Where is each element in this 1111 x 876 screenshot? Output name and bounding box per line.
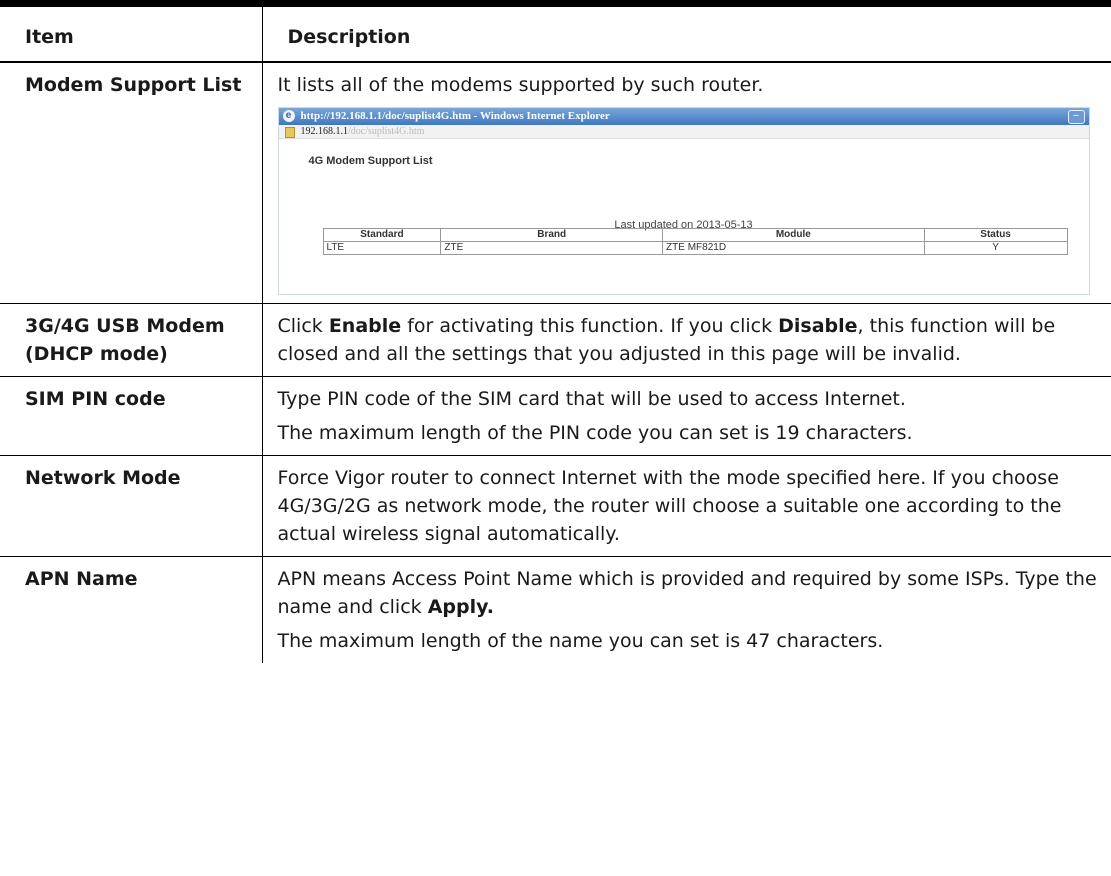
desc-text: The maximum length of the PIN code you c… [277, 422, 913, 444]
row-desc-usb-modem: Click Enable for activating this functio… [262, 303, 1111, 377]
ie-icon: e [282, 110, 295, 122]
cell-brand: ZTE [440, 241, 664, 255]
desc-fragment: APN means Access Point Name which is pro… [277, 568, 1097, 618]
desc-fragment: for activating this function. If you cli… [401, 315, 779, 337]
cell-standard: LTE [322, 241, 442, 255]
minimize-icon: – [1067, 110, 1085, 124]
desc-text: Click Enable for activating this functio… [278, 312, 1108, 368]
desc-text: APN means Access Point Name which is pro… [278, 565, 1108, 621]
table-row: Modem Support List It lists all of the m… [0, 62, 1111, 304]
table-row: APN Name APN means Access Point Name whi… [0, 556, 1111, 664]
col-standard: Standard [322, 228, 442, 242]
address-path: /doc/suplist4G.htm [348, 126, 425, 137]
browser-titlebar: e http://192.168.1.1/doc/suplist4G.htm -… [278, 108, 1089, 125]
desc-fragment: Click [277, 315, 329, 337]
header-item: Item [0, 3, 263, 63]
address-bar: 192.168.1.1/doc/suplist4G.htm [278, 125, 1089, 139]
col-status: Status [923, 228, 1068, 242]
table-row: Network Mode Force Vigor router to conne… [0, 455, 1111, 557]
table-row: 3G/4G USB Modem (DHCP mode) Click Enable… [0, 303, 1111, 377]
desc-text: Force Vigor router to connect Internet w… [277, 467, 1062, 545]
mini-header-row: Standard Brand Module Status [322, 228, 1068, 242]
cell-module: ZTE MF821D [662, 241, 925, 255]
browser-content: 4G Modem Support List Last updated on 20… [279, 139, 1089, 239]
table-header-row: Item Description [0, 3, 1111, 63]
header-description: Description [262, 3, 1111, 63]
row-desc-network-mode: Force Vigor router to connect Internet w… [262, 455, 1111, 557]
browser-window-title: http://192.168.1.1/doc/suplist4G.htm - W… [300, 110, 610, 122]
col-module: Module [662, 228, 925, 242]
desc-bold-enable: Enable [328, 315, 402, 337]
desc-bold-disable: Disable [778, 315, 858, 337]
row-item-sim-pin: SIM PIN code [0, 376, 263, 456]
cell-status: Y [923, 241, 1068, 255]
row-item-network-mode: Network Mode [0, 455, 263, 557]
modem-support-table: Standard Brand Module Status LTE ZTE ZTE… [322, 228, 1068, 255]
desc-text: Type PIN code of the SIM card that will … [277, 388, 906, 410]
row-item-usb-modem: 3G/4G USB Modem (DHCP mode) [0, 303, 263, 377]
desc-text: The maximum length of the name you can s… [277, 630, 884, 652]
row-item-apn-name: APN Name [0, 556, 263, 663]
page-title: 4G Modem Support List [308, 155, 433, 167]
description-table: Item Description Modem Support List It l… [0, 0, 1111, 663]
col-brand: Brand [440, 228, 664, 242]
desc-bold-apply: Apply. [427, 596, 494, 618]
embedded-browser-screenshot: e http://192.168.1.1/doc/suplist4G.htm -… [277, 107, 1090, 295]
table-row: SIM PIN code Type PIN code of the SIM ca… [0, 376, 1111, 456]
page-icon [284, 127, 295, 138]
mini-row: LTE ZTE ZTE MF821D Y [322, 241, 1068, 255]
row-desc-modem-support-list: It lists all of the modems supported by … [262, 62, 1111, 304]
row-desc-sim-pin: Type PIN code of the SIM card that will … [262, 376, 1111, 456]
row-desc-apn-name: APN means Access Point Name which is pro… [262, 557, 1111, 664]
row-item-modem-support-list: Modem Support List [0, 62, 263, 304]
desc-text: It lists all of the modems supported by … [277, 74, 764, 96]
address-text: 192.168.1.1 [300, 126, 349, 137]
